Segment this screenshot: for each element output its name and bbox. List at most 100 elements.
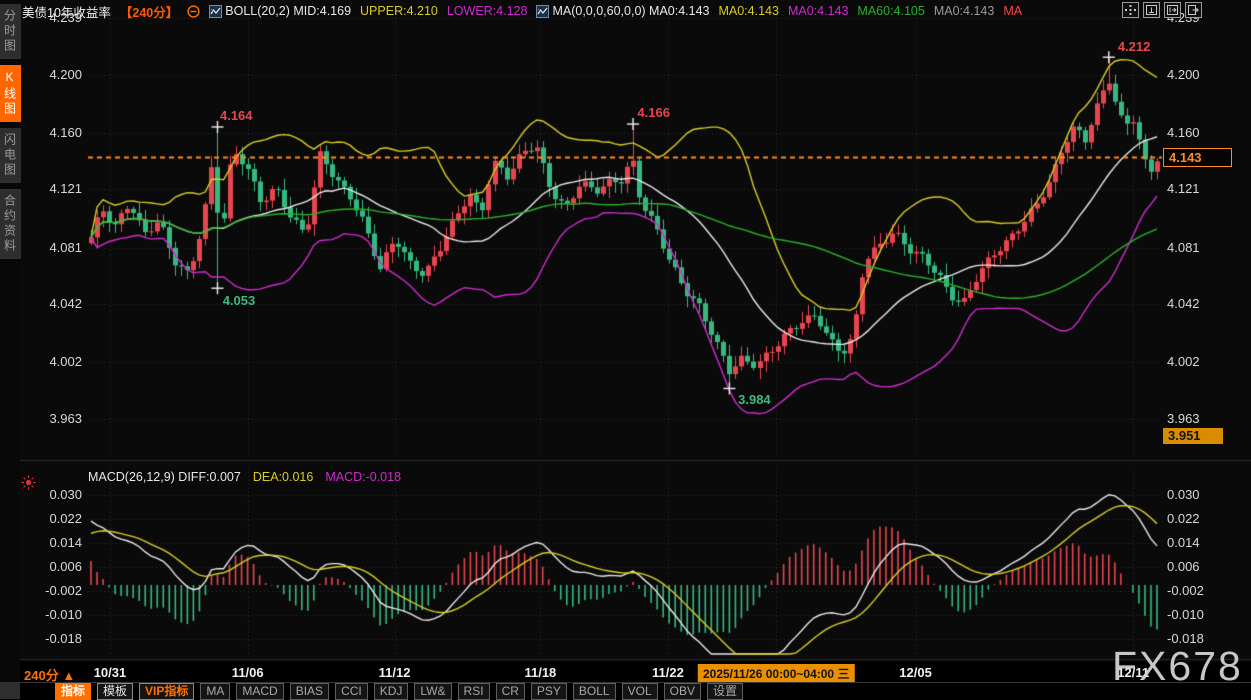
macd-tick-right: 0.022 [1167,511,1200,526]
indicator-readout-text: MA0:4.143 [718,4,778,18]
date-tick: 11/06 [232,665,264,680]
indicator-readout-text: LOWER:4.128 [447,4,528,18]
macd-tick-right: 0.030 [1167,487,1200,502]
toolbar-button-7[interactable]: KDJ [374,683,409,700]
price-tick-left: 4.002 [20,354,82,369]
indicator-readout-text: MA(0,0,0,60,0,0) MA0:4.143 [552,4,709,18]
toolbar-button-6[interactable]: CCI [335,683,368,700]
price-tick-left: 3.963 [20,411,82,426]
candlestick-chart-canvas[interactable] [0,0,1251,699]
price-annotation: 4.166 [637,105,670,120]
price-tick-left: 4.081 [20,240,82,255]
date-tick: 12/05 [899,665,932,680]
macd-tick-left: -0.018 [20,631,82,646]
alert-icon[interactable] [21,475,36,495]
pane-shrink-icon[interactable] [1143,2,1160,18]
sidebar: 分时图 K线图闪电图合约资料 [0,4,20,259]
sidebar-item-0[interactable]: 分时图 [0,4,21,59]
indicator-readout-6: MA60:4.105 [857,4,924,18]
corner-filler [0,682,20,699]
indicator-readout-5: MA0:4.143 [788,4,848,18]
chart-app: 分时图 K线图闪电图合约资料 美债10年收益率 【240分】 BOLL(20,2)… [0,0,1251,699]
indicator-readout-4: MA0:4.143 [718,4,778,18]
price-tick-left: 4.160 [20,125,82,140]
price-tick-right: 3.963 [1167,411,1200,426]
indicator-readout-2: LOWER:4.128 [447,4,528,18]
toolbar-button-2[interactable]: VIP指标 [139,683,194,700]
toolbar-button-11[interactable]: PSY [531,683,567,700]
price-tick-right: 4.042 [1167,296,1200,311]
indicator-readout-7: MA0:4.143 [934,4,994,18]
collapse-indicator-icon[interactable] [187,5,200,18]
toolbar-button-9[interactable]: RSI [458,683,490,700]
indicator-readout-3: MA(0,0,0,60,0,0) MA0:4.143 [536,4,709,18]
indicator-chart-icon[interactable] [536,5,549,18]
period-arrow-icon: ▲ [62,668,75,683]
price-annotation: 4.053 [223,293,256,308]
bottom-toolbar: 指标模板 VIP指标 MA MACD BIAS CCI KDJ LW&RSI CR PSY BOLL… [20,682,1251,699]
macd-header: MACD(26,12,9) DIFF:0.007 DEA:0.016 MACD:-0… [88,470,401,484]
window-icons [1122,2,1202,18]
macd-tick-right: -0.002 [1167,583,1204,598]
indicator-readout-0: BOLL(20,2) MID:4.169 [209,4,351,18]
macd-tick-left: 0.006 [20,559,82,574]
price-annotation: 4.164 [220,108,253,123]
price-annotation: 4.212 [1118,39,1151,54]
indicator-readout-text: BOLL(20,2) MID:4.169 [225,4,351,18]
chart-period-tag: 【240分】 [120,2,178,21]
macd-tick-left: 0.022 [20,511,82,526]
watermark: FX678 [1112,643,1243,690]
macd-readout: MACD(26,12,9) DIFF:0.007 [88,470,241,484]
indicator-readout-text: MA0:4.143 [934,4,994,18]
price-tick-right: 4.081 [1167,240,1200,255]
sidebar-item-3[interactable]: 合约资料 [0,189,21,259]
date-tick: 11/22 [652,665,684,680]
indicator-readout-1: UPPER:4.210 [360,4,438,18]
indicator-readout-text: MA60:4.105 [857,4,924,18]
toolbar-button-3[interactable]: MA [200,683,230,700]
sidebar-item-1[interactable]: K线图 [0,65,21,122]
toolbar-button-5[interactable]: BIAS [290,683,329,700]
layout-grid-icon[interactable] [1122,2,1139,18]
pane-expand-icon[interactable] [1164,2,1181,18]
toolbar-button-0[interactable]: 指标 [55,683,91,700]
indicator-readout-text: MA0:4.143 [788,4,848,18]
price-tick-right: 4.121 [1167,181,1200,196]
price-tick-right: 4.002 [1167,354,1200,369]
pane-export-icon[interactable] [1185,2,1202,18]
indicator-readout-text: MA [1003,4,1022,18]
toolbar-button-15[interactable]: 设置 [707,683,743,700]
macd-tick-left: -0.002 [20,583,82,598]
toolbar-button-13[interactable]: VOL [622,683,658,700]
date-tick: 10/31 [94,665,127,680]
macd-tick-left: 0.014 [20,535,82,550]
session-low-tag: 3.951 [1163,428,1223,444]
date-tick: 11/12 [379,665,411,680]
toolbar-button-8[interactable]: LW& [414,683,451,700]
price-tick-left: 4.042 [20,296,82,311]
indicator-readout-8: MA [1003,4,1022,18]
chart-title: 美债10年收益率 [22,2,111,21]
sidebar-item-2[interactable]: 闪电图 [0,128,21,183]
price-annotation: 3.984 [738,392,771,407]
toolbar-button-4[interactable]: MACD [236,683,283,700]
indicator-chart-icon[interactable] [209,5,222,18]
price-tick-right: 4.160 [1167,125,1200,140]
toolbar-button-10[interactable]: CR [496,683,525,700]
indicator-readouts: BOLL(20,2) MID:4.169 UPPER:4.210 LOWER:4.1… [209,4,1022,18]
current-price-tag: 4.143 [1163,148,1232,167]
price-tick-right: 4.200 [1167,67,1200,82]
selected-candle-time: 2025/11/26 00:00~04:00 三 [698,664,854,683]
macd-tick-right: 0.006 [1167,559,1200,574]
toolbar-button-12[interactable]: BOLL [573,683,616,700]
toolbar-button-14[interactable]: OBV [664,683,701,700]
x-axis: 240分 ▲ 2025/11/26 00:00~04:00 三 10/31 11/… [20,662,1251,682]
date-tick: 11/18 [524,665,556,680]
toolbar-button-1[interactable]: 模板 [97,683,133,700]
macd-readout: DEA:0.016 [253,470,313,484]
macd-readout: MACD:-0.018 [325,470,401,484]
price-tick-left: 4.121 [20,181,82,196]
macd-tick-left: -0.010 [20,607,82,622]
period-text: 240分 [24,668,59,683]
macd-tick-right: 0.014 [1167,535,1200,550]
